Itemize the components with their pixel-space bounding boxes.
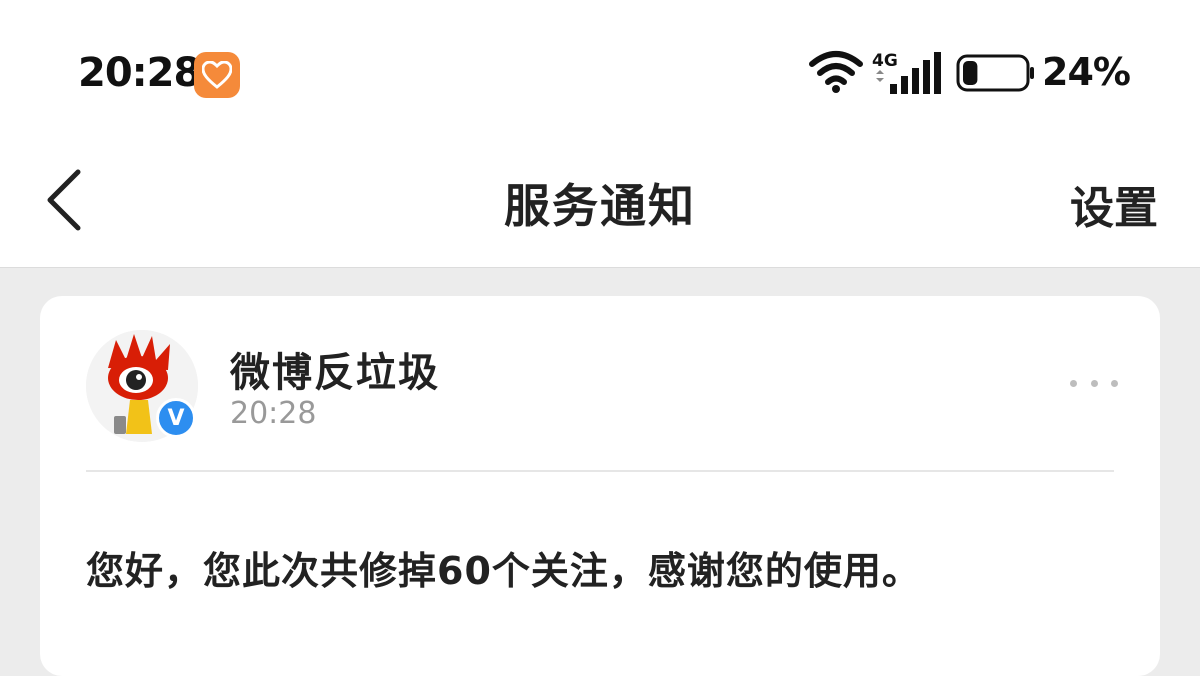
divider: [86, 470, 1114, 472]
cellular-signal-icon: 4G: [872, 51, 941, 94]
battery-icon: [956, 54, 1034, 92]
settings-button[interactable]: 设置: [1070, 172, 1158, 236]
more-dots-icon: [1111, 379, 1118, 387]
sender-name[interactable]: 微博反垃圾: [230, 340, 440, 398]
battery-percent: 24%: [1042, 50, 1131, 94]
more-options-button[interactable]: [1070, 368, 1118, 398]
notification-card: V 微博反垃圾 20:28 您好，您此次共修掉60个关注，感谢您的使用。: [40, 296, 1160, 676]
navigation-bar: 服务通知 设置: [0, 140, 1200, 268]
notification-message: 您好，您此次共修掉60个关注，感谢您的使用。: [86, 549, 921, 593]
network-type-label: 4G: [872, 51, 898, 71]
more-dots-icon: [1090, 379, 1098, 387]
status-bar: 20:28 4G 24%: [0, 0, 1200, 140]
more-dots-icon: [1070, 379, 1077, 387]
notification-time: 20:28: [230, 396, 317, 431]
status-time: 20:28: [78, 50, 201, 96]
battery-fill: [963, 61, 978, 85]
wifi-icon: [809, 51, 863, 93]
page-title: 服务通知: [504, 179, 696, 233]
verified-badge-icon: V: [156, 398, 196, 438]
heart-app-icon: [194, 52, 240, 98]
